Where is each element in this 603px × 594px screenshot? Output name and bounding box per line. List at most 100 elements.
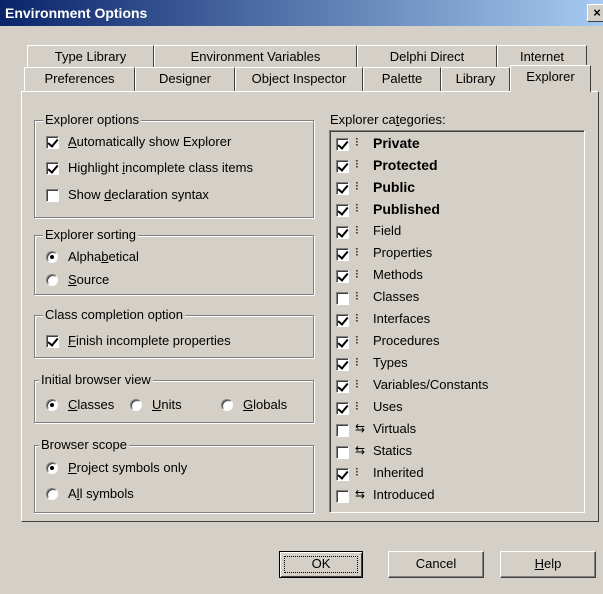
category-item[interactable]: ⁝ Private	[336, 133, 576, 155]
close-icon: ×	[593, 5, 601, 20]
category-item[interactable]: ⁝ Variables/Constants	[336, 375, 576, 397]
category-icon: ⁝	[355, 289, 359, 303]
category-item[interactable]: ⁝ Types	[336, 353, 576, 375]
category-icon: ⁝	[355, 355, 359, 369]
category-icon: ⁝	[355, 223, 359, 237]
category-item[interactable]: ⁝ Interfaces	[336, 309, 576, 331]
category-label: Inherited	[373, 465, 424, 480]
category-checkbox[interactable]	[336, 358, 349, 371]
category-icon: ⁝	[355, 157, 359, 171]
category-label: Methods	[373, 267, 423, 282]
tab-palette[interactable]: Palette	[363, 67, 441, 91]
cancel-button[interactable]: Cancel	[388, 551, 484, 578]
radio-dot[interactable]	[46, 399, 58, 411]
category-checkbox[interactable]	[336, 446, 349, 459]
category-icon: ⇆	[355, 487, 366, 501]
category-icon: ⁝	[355, 311, 359, 325]
category-icon: ⁝	[355, 179, 359, 193]
category-item[interactable]: ⁝ Public	[336, 177, 576, 199]
tab-preferences[interactable]: Preferences	[24, 67, 135, 91]
tab-designer[interactable]: Designer	[135, 67, 235, 91]
category-checkbox[interactable]	[336, 182, 349, 195]
category-checkbox[interactable]	[336, 270, 349, 283]
checkbox-box[interactable]	[46, 162, 59, 175]
category-item[interactable]: ⁝ Inherited	[336, 463, 576, 485]
category-item[interactable]: ⁝ Uses	[336, 397, 576, 419]
category-label: Protected	[373, 157, 438, 173]
category-item[interactable]: ⁝ Methods	[336, 265, 576, 287]
category-label: Virtuals	[373, 421, 417, 436]
category-item[interactable]: ⁝ Classes	[336, 287, 576, 309]
category-checkbox[interactable]	[336, 160, 349, 173]
tab-type-library[interactable]: Type Library	[27, 45, 154, 69]
category-item[interactable]: ⁝ Procedures	[336, 331, 576, 353]
explorer-categories-list[interactable]: ⁝ Private ⁝ Protected ⁝ Public ⁝ Published ⁝ Fiel…	[329, 130, 585, 513]
category-label: Properties	[373, 245, 433, 260]
category-icon: ⁝	[355, 135, 359, 149]
category-checkbox[interactable]	[336, 204, 349, 217]
category-checkbox[interactable]	[336, 292, 349, 305]
category-item[interactable]: ⁝ Field	[336, 221, 576, 243]
explorer-categories-label: Explorer categories:	[330, 112, 446, 127]
ok-button[interactable]: OK	[279, 551, 363, 578]
category-checkbox[interactable]	[336, 336, 349, 349]
category-checkbox[interactable]	[336, 380, 349, 393]
category-icon: ⁝	[355, 333, 359, 347]
category-item[interactable]: ⇆ Statics	[336, 441, 576, 463]
category-label: Field	[373, 223, 402, 238]
browser-scope-group: Browser scope	[34, 437, 314, 513]
category-checkbox[interactable]	[336, 314, 349, 327]
category-checkbox[interactable]	[336, 468, 349, 481]
focus-rect	[284, 556, 358, 573]
category-icon: ⇆	[355, 421, 366, 435]
checkbox-box[interactable]	[46, 136, 59, 149]
category-label: Classes	[373, 289, 420, 304]
tab-library[interactable]: Library	[441, 67, 510, 91]
tab-delphi-direct[interactable]: Delphi Direct	[357, 45, 497, 69]
checkbox-box[interactable]	[46, 335, 59, 348]
title-bar[interactable]: Environment Options ×	[0, 0, 603, 26]
category-checkbox[interactable]	[336, 424, 349, 437]
category-item[interactable]: ⁝ Published	[336, 199, 576, 221]
close-button[interactable]: ×	[587, 4, 603, 22]
category-item[interactable]: ⁝ Properties	[336, 243, 576, 265]
category-icon: ⁝	[355, 377, 359, 391]
window-title: Environment Options	[5, 5, 148, 21]
category-icon: ⁝	[355, 245, 359, 259]
radio-dot[interactable]	[46, 462, 58, 474]
radio-dot[interactable]	[46, 251, 58, 263]
group-legend: Explorer sorting	[43, 227, 139, 242]
category-item[interactable]: ⇆ Virtuals	[336, 419, 576, 441]
radio-dot[interactable]	[130, 399, 142, 411]
category-item[interactable]: ⇆ Introduced	[336, 485, 576, 507]
help-button[interactable]: Help	[500, 551, 596, 578]
category-checkbox[interactable]	[336, 138, 349, 151]
tab-explorer[interactable]: Explorer	[510, 65, 591, 92]
category-icon: ⁝	[355, 267, 359, 281]
category-checkbox[interactable]	[336, 402, 349, 415]
group-legend: Initial browser view	[39, 372, 153, 387]
checkbox-box[interactable]	[46, 189, 59, 202]
category-label: Public	[373, 179, 416, 195]
category-icon: ⇆	[355, 443, 366, 457]
category-label: Introduced	[373, 487, 435, 502]
group-legend: Browser scope	[39, 437, 129, 452]
category-label: Statics	[373, 443, 413, 458]
category-label: Interfaces	[373, 311, 431, 326]
tab-object-inspector[interactable]: Object Inspector	[235, 67, 363, 91]
radio-dot[interactable]	[46, 488, 58, 500]
radio-dot[interactable]	[46, 274, 58, 286]
radio-dot[interactable]	[221, 399, 233, 411]
category-checkbox[interactable]	[336, 490, 349, 503]
category-item[interactable]: ⁝ Protected	[336, 155, 576, 177]
category-checkbox[interactable]	[336, 248, 349, 261]
category-icon: ⁝	[355, 465, 359, 479]
category-icon: ⁝	[355, 399, 359, 413]
category-label: Uses	[373, 399, 403, 414]
category-label: Private	[373, 135, 420, 151]
group-legend: Explorer options	[43, 112, 141, 127]
category-checkbox[interactable]	[336, 226, 349, 239]
group-legend: Class completion option	[43, 307, 186, 322]
category-label: Published	[373, 201, 440, 217]
tab-environment-variables[interactable]: Environment Variables	[154, 45, 357, 69]
